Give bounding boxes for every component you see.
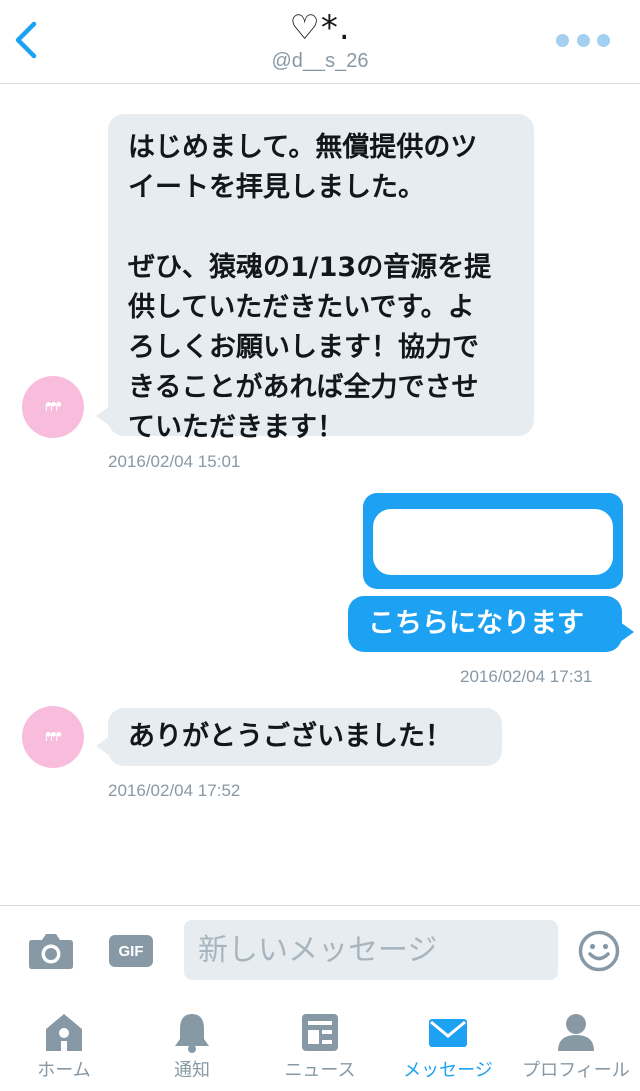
avatar-pattern-icon: ᖰᖰᖰ [45, 399, 62, 414]
media-attachment[interactable] [363, 493, 623, 589]
tab-label: ニュース [284, 1060, 356, 1081]
tab-label: 通知 [174, 1060, 210, 1081]
tab-bar: ホーム 通知 ニュース メッセージ プロフィール [0, 995, 640, 1091]
more-dots-icon [556, 33, 569, 47]
message-bubble-incoming[interactable]: はじめまして。無償提供のツ イートを拝見しました。 ぜひ、猿魂の1/13の音源を… [96, 114, 534, 443]
profile-icon [558, 1014, 594, 1051]
home-icon [46, 1014, 82, 1051]
message-composer: GIF [0, 905, 640, 995]
user-handle: @d__s_26 [271, 50, 369, 72]
tab-label: プロフィール [522, 1060, 630, 1081]
chevron-left-icon [15, 21, 37, 59]
tab-profile[interactable]: プロフィール [512, 995, 640, 1091]
title-block: ♡*. @d__s_26 [200, 8, 440, 74]
camera-icon [29, 934, 73, 969]
avatar[interactable]: ᖰᖰᖰ [22, 376, 84, 438]
tab-label: メッセージ [403, 1060, 493, 1081]
avatar[interactable]: ᖰᖰᖰ [22, 706, 84, 768]
tab-messages[interactable]: メッセージ [384, 995, 512, 1091]
conversation-title: ♡*. [289, 8, 351, 48]
message-text: はじめまして。無償提供のツ イートを拝見しました。 ぜひ、猿魂の1/13の音源を… [128, 132, 492, 443]
camera-button[interactable] [28, 932, 74, 970]
avatar-pattern-icon: ᖰᖰᖰ [45, 729, 62, 744]
message-bubble-outgoing[interactable]: こちらになります [348, 596, 634, 652]
emoji-icon [578, 930, 620, 972]
message-timestamp: 2016/02/04 15:01 [108, 452, 241, 471]
gif-button[interactable]: GIF [109, 935, 153, 967]
news-icon [302, 1014, 338, 1051]
message-input[interactable] [184, 920, 558, 980]
emoji-button[interactable] [578, 930, 620, 972]
message-bubble-incoming[interactable]: ありがとうございました！ [96, 708, 502, 766]
more-options-button[interactable] [556, 26, 610, 54]
media-preview [373, 509, 613, 575]
message-timestamp: 2016/02/04 17:52 [108, 781, 241, 800]
back-button[interactable] [10, 18, 44, 62]
tab-label: ホーム [37, 1060, 91, 1081]
tab-home[interactable]: ホーム [0, 995, 128, 1091]
message-text: こちらになります [368, 608, 584, 639]
tab-news[interactable]: ニュース [256, 995, 384, 1091]
bell-icon [175, 1014, 209, 1053]
message-text: ありがとうございました！ [128, 721, 452, 752]
mail-icon [429, 1019, 467, 1047]
tab-notifications[interactable]: 通知 [128, 995, 256, 1091]
message-timestamp: 2016/02/04 17:31 [460, 667, 593, 686]
conversation-header: ♡*. @d__s_26 [0, 0, 640, 84]
